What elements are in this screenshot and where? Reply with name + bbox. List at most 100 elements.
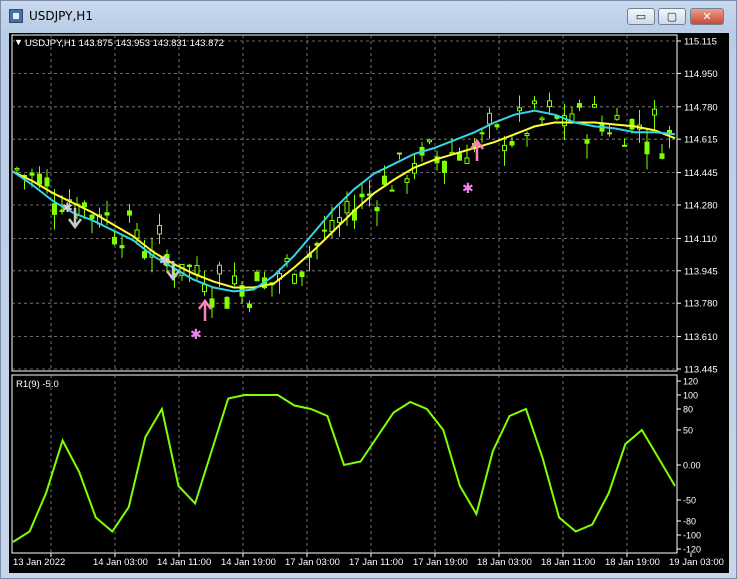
svg-text:✱: ✱ — [159, 253, 170, 268]
candle-body — [404, 178, 410, 183]
candle-body — [292, 273, 297, 284]
price-label: 113.945 — [684, 266, 718, 277]
candle-body — [584, 139, 590, 144]
price-label: 115.115 — [684, 37, 717, 48]
price-axis: 115.115 114.950 114.780 114.615 114.445 114.2… — [677, 37, 718, 376]
time-label: 18 Jan 11:00 — [541, 557, 595, 568]
candle-body — [487, 112, 492, 125]
time-label: 18 Jan 19:00 — [605, 557, 660, 568]
candle-body — [622, 144, 627, 147]
candle-body — [29, 172, 35, 176]
time-label: 19 Jan 03:00 — [669, 557, 724, 568]
chart-window-icon — [9, 9, 23, 23]
svg-text:✱: ✱ — [462, 180, 474, 196]
candle-body — [457, 153, 462, 161]
candle-body — [464, 157, 470, 164]
candle-body — [322, 229, 327, 232]
price-label: 114.445 — [684, 168, 718, 179]
time-label: 18 Jan 03:00 — [477, 557, 532, 568]
candle-body — [502, 144, 507, 152]
candle-body — [374, 207, 380, 212]
svg-text:✱: ✱ — [190, 326, 202, 342]
candle-body — [577, 103, 582, 108]
candle-body — [119, 245, 125, 249]
candle-body — [202, 284, 207, 293]
candle-body — [157, 224, 162, 235]
candle-body — [517, 107, 522, 112]
candle-body — [217, 264, 222, 275]
candle-body — [592, 103, 597, 108]
candle-body — [607, 132, 612, 135]
candle-body — [104, 212, 110, 216]
time-label: 14 Jan 11:00 — [157, 557, 211, 568]
candle-body — [344, 200, 350, 214]
indicator-label: 0.00 — [683, 461, 701, 471]
indicator-axis: 120 100 80 50 0.00 -50 -80 -100 -120 — [677, 377, 701, 555]
indicator-label: -80 — [683, 517, 696, 527]
candle-body — [442, 160, 447, 173]
candle-body — [539, 117, 545, 121]
candle-body — [187, 264, 192, 268]
time-label: 17 Jan 19:00 — [413, 557, 468, 568]
candle-body — [82, 202, 87, 208]
candle-body — [427, 139, 432, 143]
candle-body — [52, 203, 57, 215]
candle-body — [524, 133, 530, 137]
price-label: 113.445 — [684, 365, 718, 376]
price-label: 113.780 — [684, 299, 718, 310]
star-pink-icon: ✱ — [462, 180, 474, 196]
collapse-icon[interactable]: ▼ — [14, 37, 23, 47]
candle-body — [659, 153, 665, 159]
arrow-up-icon — [198, 298, 212, 321]
candle-body — [644, 141, 650, 155]
candle-body — [389, 189, 395, 192]
time-axis: 13 Jan 2022 14 Jan 03:00 14 Jan 11:00 14 Ja… — [13, 553, 724, 568]
candle-body — [209, 298, 215, 308]
candle-body — [382, 175, 387, 185]
indicator-label: 120 — [683, 377, 698, 387]
chart-window: USDJPY,H1 ▭ ▢ ✕ ✱ ✱ ✱ ✱ ▼ USDJPY,H1 143.… — [0, 0, 737, 579]
chart-area[interactable]: ✱ ✱ ✱ ✱ ▼ USDJPY,H1 143.875 143.953 143.… — [9, 33, 729, 573]
minimize-button[interactable]: ▭ — [627, 8, 655, 25]
candle-body — [232, 275, 237, 285]
candle-body — [509, 141, 515, 146]
time-label: 17 Jan 11:00 — [349, 557, 403, 568]
candle-body — [44, 177, 50, 187]
candle-body — [127, 210, 132, 216]
candle-body — [14, 167, 20, 171]
candle-body — [494, 124, 500, 128]
star-grey-icon: ✱ — [159, 253, 170, 268]
grid — [12, 35, 677, 553]
candle-body — [479, 132, 485, 135]
candle-body — [652, 108, 657, 116]
indicator-label: 100 — [683, 391, 698, 401]
time-label: 14 Jan 19:00 — [221, 557, 276, 568]
candle-body — [337, 217, 342, 223]
candle-body — [359, 193, 365, 198]
candle-body — [224, 296, 230, 309]
main-chart-header: USDJPY,H1 143.875 143.953 143.831 143.87… — [25, 38, 224, 49]
price-label: 114.110 — [684, 234, 717, 245]
candle-body — [299, 271, 305, 278]
candle-body — [397, 152, 402, 155]
candle-body — [247, 303, 252, 309]
star-grey-icon: ✱ — [62, 200, 73, 215]
window-title: USDJPY,H1 — [29, 9, 93, 23]
ma-fast-line — [12, 109, 676, 293]
candle-body — [614, 114, 620, 120]
indicator-label: 80 — [683, 405, 693, 415]
candle-body — [194, 265, 200, 275]
indicator-label: -50 — [683, 496, 696, 506]
candle-body — [532, 100, 537, 105]
price-label: 114.615 — [684, 135, 718, 146]
maximize-button[interactable]: ▢ — [658, 8, 686, 25]
price-chart[interactable]: ✱ ✱ ✱ ✱ ▼ USDJPY,H1 143.875 143.953 143.… — [9, 33, 729, 573]
price-label: 113.610 — [684, 332, 718, 343]
price-label: 114.950 — [684, 69, 718, 80]
time-label: 17 Jan 03:00 — [285, 557, 340, 568]
title-bar[interactable]: USDJPY,H1 ▭ ▢ ✕ — [1, 1, 736, 31]
time-label: 13 Jan 2022 — [13, 557, 65, 568]
indicator-label: -120 — [683, 545, 701, 555]
close-button[interactable]: ✕ — [690, 8, 724, 25]
candle-body — [134, 229, 140, 239]
